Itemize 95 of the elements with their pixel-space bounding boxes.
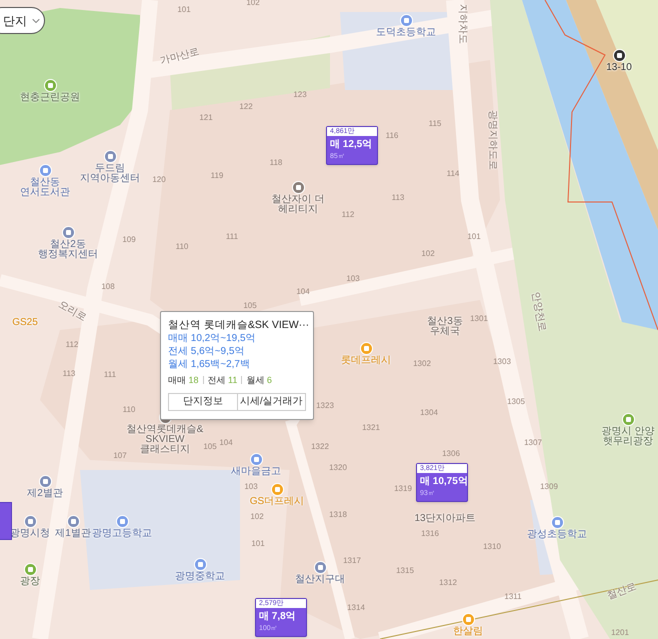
place-label: 두드림 지역아동센터 xyxy=(80,164,140,184)
place-label: 광명중학교 xyxy=(175,572,225,582)
place-label: 13단지아파트 xyxy=(414,514,476,524)
place-label: 철산동 연서도서관 xyxy=(20,178,70,198)
building-number: 1310 xyxy=(483,543,501,551)
building-number: 101 xyxy=(177,6,191,14)
building-number: 102 xyxy=(421,250,435,258)
road-label: 광명지하도로 xyxy=(487,110,497,170)
building-number: 116 xyxy=(386,132,398,140)
sale-price: 매 12,5억 xyxy=(329,138,374,152)
popup-title: 철산역 롯데캐슬&SK VIEW··· xyxy=(168,318,310,332)
place-label: 도덕초등학교 xyxy=(376,28,436,38)
building-number: 1309 xyxy=(540,483,558,491)
place-label: 현충근린공원 xyxy=(20,93,80,103)
road-label: 지하차도 xyxy=(457,4,467,44)
place-label: 광성초등학교 xyxy=(527,530,587,540)
place-label: 광명시청 xyxy=(10,529,50,539)
building-number: 1315 xyxy=(396,567,414,575)
building-number: 1320 xyxy=(329,464,347,472)
building-number: 1201 xyxy=(611,629,629,637)
building-number: 118 xyxy=(270,159,282,167)
place-label: 13-10 xyxy=(606,63,632,73)
building-number: 121 xyxy=(199,114,213,122)
building-number: 110 xyxy=(122,406,136,414)
place-label: 광명고등학교 xyxy=(92,529,152,539)
building-number: 119 xyxy=(210,172,224,180)
building-number: 109 xyxy=(122,236,136,244)
building-number: 1304 xyxy=(420,409,438,417)
building-number: 101 xyxy=(467,233,481,241)
building-number: 104 xyxy=(296,288,310,296)
building-number: 1322 xyxy=(311,443,329,451)
place-label: 한살림 xyxy=(453,627,483,637)
building-number: 113 xyxy=(62,370,76,378)
road-label: 철산로 xyxy=(606,582,638,602)
listing-count: 매매 18 xyxy=(168,374,199,386)
place-label: 새마을금고 xyxy=(231,467,281,477)
building-number: 103 xyxy=(244,483,258,491)
place-label: GS더프레시 xyxy=(250,497,304,507)
listing-count: 월세 6 xyxy=(246,374,272,386)
building-number: 1311 xyxy=(504,593,522,601)
building-number: 1319 xyxy=(394,485,412,493)
place-label: 광장 xyxy=(20,577,40,587)
popup-action-button[interactable]: 단지정보 xyxy=(168,393,238,411)
building-number: 1305 xyxy=(507,398,525,406)
place-label: 철산2동 행정복지센터 xyxy=(38,240,98,260)
building-number: 110 xyxy=(176,243,188,251)
building-number: 107 xyxy=(113,452,127,460)
building-number: 1302 xyxy=(413,360,431,368)
building-number: 101 xyxy=(251,540,265,548)
building-number: 105 xyxy=(243,302,257,310)
building-number: 103 xyxy=(346,275,360,283)
building-number: 111 xyxy=(104,371,116,379)
building-number: 1323 xyxy=(316,402,334,410)
building-number: 1303 xyxy=(493,358,511,366)
building-number: 112 xyxy=(66,341,78,349)
place-label: 철산역롯데캐슬& SKVIEW 클래스티지 xyxy=(126,425,204,455)
place-label: 철산3동 우체국 xyxy=(427,317,463,337)
road-label: 가마산로 xyxy=(159,47,201,67)
building-number: 1301 xyxy=(470,315,488,323)
price-range: 월세 1,65백~2,7백 xyxy=(168,358,251,371)
building-number: 1317 xyxy=(343,557,361,565)
building-number: 123 xyxy=(293,91,307,99)
building-number: 104 xyxy=(219,439,233,447)
sale-price: 매 10,75억 xyxy=(419,475,467,489)
place-label: 제1별관 xyxy=(55,529,91,539)
sale-price: 매 7,8억 xyxy=(258,610,297,624)
building-number: 108 xyxy=(101,283,115,291)
building-number: 105 xyxy=(203,443,217,451)
price-range: 매매 10,2억~19,5억 xyxy=(168,332,257,345)
building-number: 1306 xyxy=(442,450,460,458)
building-number: 1312 xyxy=(439,579,457,587)
price-range: 전세 5,6억~9,5억 xyxy=(168,345,246,358)
building-number: 122 xyxy=(239,103,253,111)
building-number: 1316 xyxy=(421,530,439,538)
building-number: 1307 xyxy=(524,439,542,447)
building-number: 115 xyxy=(428,120,442,128)
building-number: 1321 xyxy=(362,424,380,432)
building-number: 112 xyxy=(342,211,354,219)
building-number: 114 xyxy=(446,170,460,178)
listing-count: 전세 11 xyxy=(208,374,238,386)
place-label: GS25 xyxy=(12,318,38,328)
place-label: 롯데프레시 xyxy=(341,356,391,366)
place-label: 광명시 안양 햇무리광장 xyxy=(602,427,654,447)
building-number: 111 xyxy=(226,233,238,241)
building-number: 113 xyxy=(392,194,404,202)
place-label: 철산지구대 xyxy=(295,575,345,585)
place-label: 철산자이 더 헤리티지 xyxy=(272,195,324,215)
building-number: 1314 xyxy=(347,604,365,612)
building-number: 120 xyxy=(152,176,166,184)
road-label: 안양천로 xyxy=(530,291,546,333)
building-number: 102 xyxy=(250,513,264,521)
complex-filter-button[interactable]: 단지 xyxy=(0,7,45,34)
popup-action-button[interactable]: 시세/실거래가 xyxy=(238,393,306,411)
place-label: 제2별관 xyxy=(27,489,63,499)
building-number: 1318 xyxy=(329,511,347,519)
